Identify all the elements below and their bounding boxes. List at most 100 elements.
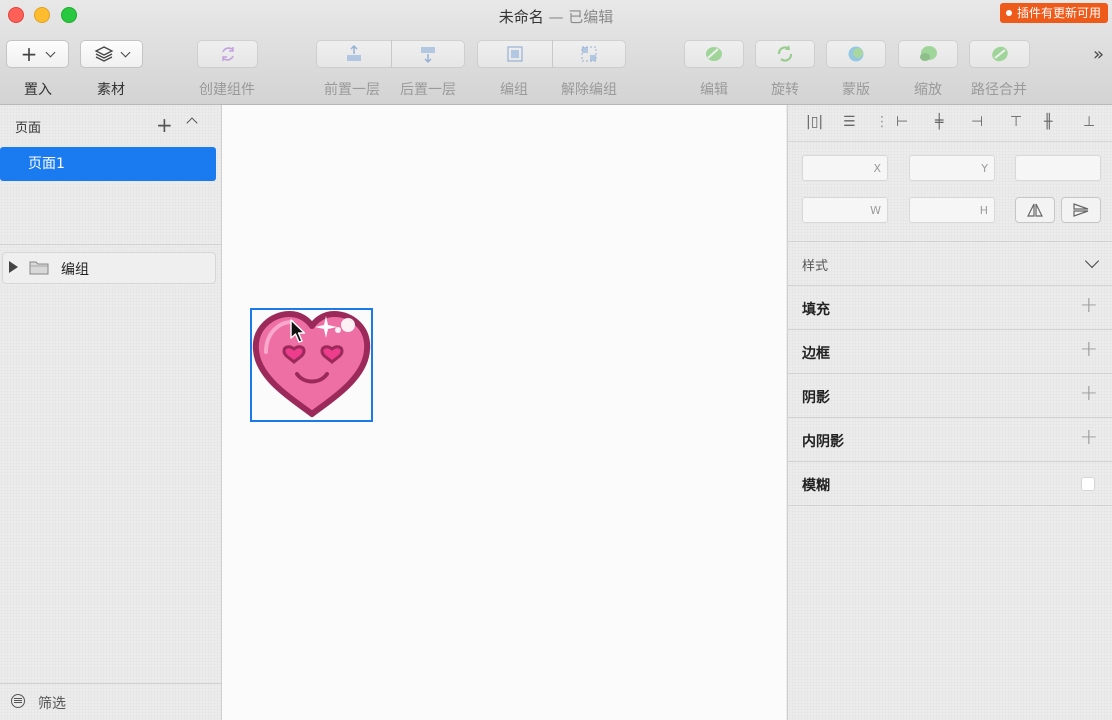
- blur-label: 模糊: [802, 478, 830, 494]
- filter-label[interactable]: 筛选: [38, 693, 66, 713]
- layers-icon: [94, 46, 114, 62]
- chevron-down-icon: [120, 47, 131, 57]
- align-bottom-icon[interactable]: ⊥: [1083, 114, 1095, 130]
- send-backward-button[interactable]: [391, 40, 465, 68]
- create-component-button[interactable]: [197, 40, 258, 68]
- inner-shadow-section: 内阴影 +: [788, 417, 1112, 461]
- rotation-field[interactable]: [1015, 155, 1101, 181]
- ungroup-label: 解除编组: [561, 82, 617, 98]
- x-field[interactable]: X: [802, 155, 888, 181]
- inspector-panel: |▯| ☰ ⋮ ⊢ ╪ ⊣ ⊤ ╫ ⊥ X Y W H 样式 填充 + 边框 +…: [787, 105, 1112, 720]
- window-title: 未命名 — 已编辑: [498, 8, 614, 26]
- disclosure-triangle-icon[interactable]: [9, 261, 18, 273]
- edit-button[interactable]: [684, 40, 744, 68]
- add-page-icon[interactable]: +: [156, 113, 173, 137]
- add-border-icon[interactable]: +: [1080, 337, 1098, 362]
- scale-button[interactable]: [898, 40, 958, 68]
- flip-vertical-icon: [1073, 203, 1089, 217]
- flip-horizontal-button[interactable]: [1015, 197, 1055, 223]
- folder-icon: [29, 261, 49, 275]
- rotate-button[interactable]: [755, 40, 815, 68]
- align-right-icon[interactable]: ⊣: [971, 114, 983, 130]
- edit-label: 编辑: [700, 82, 728, 98]
- fill-section: 填充 +: [788, 285, 1112, 329]
- assets-button[interactable]: [80, 40, 143, 68]
- distribute-vertical-icon[interactable]: ☰: [843, 114, 856, 130]
- y-field[interactable]: Y: [909, 155, 995, 181]
- edit-shape-icon: [706, 47, 722, 61]
- flip-horizontal-icon: [1027, 203, 1043, 217]
- inspector-divider: [788, 505, 1112, 506]
- toolbar-overflow-icon[interactable]: »: [1093, 44, 1104, 65]
- path-combine-icon: [991, 46, 1008, 62]
- insert-label: 置入: [24, 82, 52, 98]
- mouse-cursor-icon: [290, 319, 306, 343]
- filter-icon[interactable]: [11, 694, 25, 708]
- plus-icon: +: [20, 42, 38, 66]
- path-combine-button[interactable]: [969, 40, 1030, 68]
- mask-label: 蒙版: [842, 82, 870, 98]
- more-align-icon[interactable]: ⋮: [875, 114, 889, 130]
- shadow-label: 阴影: [802, 390, 830, 406]
- mask-button[interactable]: [826, 40, 886, 68]
- add-inner-shadow-icon[interactable]: +: [1080, 425, 1098, 450]
- pages-header: 页面: [15, 121, 42, 136]
- layers-sidebar: 页面 + 页面1 编组 筛选: [0, 105, 222, 720]
- add-shadow-icon[interactable]: +: [1080, 381, 1098, 406]
- distribute-horizontal-icon[interactable]: |▯|: [806, 114, 823, 130]
- group-icon: [507, 46, 523, 62]
- component-sync-icon: [221, 47, 234, 61]
- canvas[interactable]: [222, 105, 786, 720]
- layer-row-group[interactable]: 编组: [2, 252, 216, 284]
- shadow-section: 阴影 +: [788, 373, 1112, 417]
- inner-shadow-label: 内阴影: [802, 434, 844, 450]
- plugin-update-badge[interactable]: 插件有更新可用: [999, 3, 1108, 23]
- bring-forward-label: 前置一层: [324, 82, 380, 98]
- ungroup-icon: [581, 46, 597, 62]
- x-field-label: X: [873, 162, 881, 175]
- assets-label: 素材: [97, 82, 125, 98]
- blur-checkbox[interactable]: [1081, 477, 1095, 491]
- chevron-up-icon[interactable]: [186, 115, 198, 131]
- rotate-icon: [777, 45, 793, 62]
- style-label: 样式: [802, 259, 829, 274]
- chevron-down-icon[interactable]: [1084, 253, 1100, 269]
- edit-status: — 已编辑: [548, 8, 614, 26]
- w-field[interactable]: W: [802, 197, 888, 223]
- w-field-label: W: [870, 204, 881, 217]
- align-center-h-icon[interactable]: ╪: [935, 114, 943, 130]
- group-button[interactable]: [477, 40, 553, 68]
- scale-icon: [920, 46, 937, 61]
- bring-forward-button[interactable]: [316, 40, 392, 68]
- dot-icon: [1005, 9, 1012, 16]
- insert-button[interactable]: +: [6, 40, 69, 68]
- h-field[interactable]: H: [909, 197, 995, 223]
- heart-eyes-emoji-icon: [252, 311, 371, 417]
- align-top-icon[interactable]: ⊤: [1010, 114, 1022, 130]
- selected-heart-group[interactable]: [250, 308, 373, 422]
- rotate-label: 旋转: [771, 82, 799, 98]
- pages-divider: [0, 244, 221, 245]
- align-left-icon[interactable]: ⊢: [896, 114, 908, 130]
- style-section[interactable]: 样式: [788, 241, 1112, 285]
- h-field-label: H: [979, 204, 988, 217]
- page-item-label: 页面1: [28, 156, 65, 172]
- page-item-page1[interactable]: 页面1: [0, 147, 216, 181]
- plugin-update-label: 插件有更新可用: [1016, 6, 1101, 20]
- ungroup-button[interactable]: [552, 40, 626, 68]
- chevron-down-icon: [45, 47, 56, 57]
- send-backward-label: 后置一层: [400, 82, 456, 98]
- border-section: 边框 +: [788, 329, 1112, 373]
- mask-icon: [848, 46, 864, 62]
- filter-bar: 筛选: [0, 683, 221, 720]
- align-middle-icon[interactable]: ╫: [1044, 114, 1052, 130]
- y-field-label: Y: [981, 162, 988, 175]
- path-combine-label: 路径合并: [971, 82, 1027, 98]
- add-fill-icon[interactable]: +: [1080, 293, 1098, 318]
- blur-section: 模糊: [788, 461, 1112, 505]
- scale-label: 缩放: [914, 82, 942, 98]
- send-backward-icon: [421, 47, 435, 64]
- flip-vertical-button[interactable]: [1061, 197, 1101, 223]
- border-label: 边框: [802, 346, 830, 362]
- fill-label: 填充: [802, 302, 830, 318]
